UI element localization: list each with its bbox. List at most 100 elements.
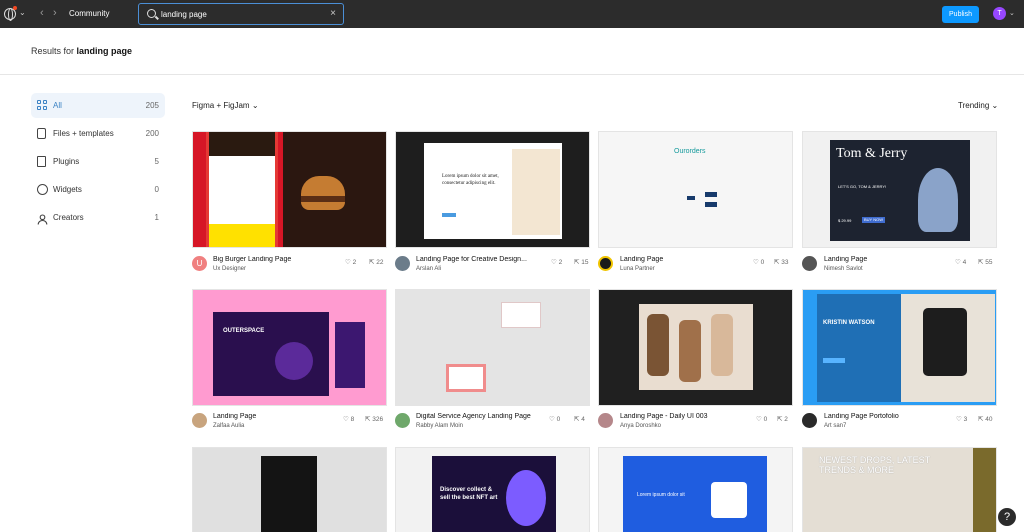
header-divider <box>0 74 1024 75</box>
search-input[interactable] <box>161 7 321 21</box>
top-bar: ⌄ ‹ › Community × Publish T ⌄ <box>0 0 1024 28</box>
account-chevron-icon[interactable]: ⌄ <box>1009 9 1015 17</box>
grid-icon <box>37 100 48 111</box>
use-count[interactable]: ⇱ 40 <box>978 415 993 423</box>
back-arrow-icon[interactable]: ‹ <box>40 7 44 19</box>
sidebar-item-widgets[interactable]: Widgets 0 <box>31 177 165 202</box>
card-thumbnail[interactable]: Discover collect & sell the best NFT art <box>395 447 590 532</box>
card-author[interactable]: Rabby Alam Moin <box>416 423 463 429</box>
use-count[interactable]: ⇱ 22 <box>369 258 384 266</box>
preview-title: OUTERSPACE <box>223 328 265 334</box>
card-author[interactable]: Luna Partner <box>620 266 655 272</box>
card-thumbnail[interactable]: OUTERSPACE <box>192 289 387 406</box>
like-count[interactable]: ♡ 3 <box>956 415 967 423</box>
like-count[interactable]: ♡ 2 <box>551 258 562 266</box>
card-thumbnail[interactable] <box>192 131 387 248</box>
chevron-down-icon: ⌄ <box>991 101 999 110</box>
like-value: 0 <box>763 416 768 423</box>
card-title[interactable]: Landing Page Portofolio <box>824 413 949 420</box>
card-author[interactable]: Ux Designer <box>213 266 246 272</box>
preview-text: Lorem ipsum dolor sit <box>637 492 685 498</box>
sidebar-item-count: 205 <box>145 101 159 110</box>
preview-page: Lorem ipsum dolor sit amet, consectetur … <box>424 143 562 239</box>
search-icon <box>147 9 156 18</box>
card-title[interactable]: Landing Page <box>620 256 745 263</box>
card-author[interactable]: Anya Doroshko <box>620 423 661 429</box>
like-count[interactable]: ♡ 0 <box>549 415 560 423</box>
card-thumbnail[interactable]: NEWEST DROPS, LATEST TRENDS & MORE <box>802 447 997 532</box>
card-thumbnail[interactable]: Lorem ipsum dolor sit <box>598 447 793 532</box>
chevron-down-icon[interactable]: ⌄ <box>19 8 26 17</box>
help-button[interactable]: ? <box>998 508 1016 526</box>
like-count[interactable]: ♡ 0 <box>753 258 764 266</box>
product-filter-label: Figma + FigJam <box>192 101 250 110</box>
use-count[interactable]: ⇱ 33 <box>774 258 789 266</box>
card-author[interactable]: Arslan Ali <box>416 266 441 272</box>
card-thumbnail[interactable]: Tom & Jerry LET'S GO, TOM & JERRY! $ 29.… <box>802 131 997 248</box>
forward-arrow-icon[interactable]: › <box>53 7 57 19</box>
search-box[interactable]: × <box>138 3 344 25</box>
creator-avatar[interactable]: U <box>192 256 207 271</box>
creator-avatar[interactable] <box>395 256 410 271</box>
clear-search-icon[interactable]: × <box>330 8 336 19</box>
preview-panel <box>206 132 278 247</box>
sort-dropdown[interactable]: Trending ⌄ <box>958 101 998 110</box>
card-author[interactable]: Art san7 <box>824 423 846 429</box>
sidebar-item-label: Widgets <box>53 185 82 194</box>
creator-avatar[interactable] <box>598 413 613 428</box>
sidebar-item-count: 5 <box>154 157 159 166</box>
results-heading: Results for landing page <box>31 46 132 56</box>
widget-icon <box>37 184 48 195</box>
card-title[interactable]: Landing Page <box>824 256 949 263</box>
card-author[interactable]: Zalfaa Aulia <box>213 423 244 429</box>
use-count[interactable]: ⇱ 15 <box>574 258 589 266</box>
card-title[interactable]: Big Burger Landing Page <box>213 256 338 263</box>
sidebar-item-count: 200 <box>145 129 159 138</box>
card-thumbnail[interactable]: KRISTIN WATSON <box>802 289 997 406</box>
use-count[interactable]: ⇱ 326 <box>365 415 383 423</box>
creator-avatar[interactable] <box>192 413 207 428</box>
preview-title: KRISTIN WATSON <box>823 320 875 326</box>
use-count[interactable]: ⇱ 2 <box>777 415 788 423</box>
like-count[interactable]: ♡ 2 <box>345 258 356 266</box>
sort-label: Trending <box>958 101 990 110</box>
publish-button[interactable]: Publish <box>942 6 979 23</box>
sidebar-item-plugins[interactable]: Plugins 5 <box>31 149 165 174</box>
sidebar-item-count: 1 <box>154 213 159 222</box>
creator-avatar[interactable] <box>598 256 613 271</box>
sidebar-item-files[interactable]: Files + templates 200 <box>31 121 165 146</box>
sidebar-item-all[interactable]: All 205 <box>31 93 165 118</box>
card-thumbnail[interactable]: Ourorders <box>598 131 793 248</box>
card-title[interactable]: Landing Page for Creative Design... <box>416 256 541 263</box>
community-link[interactable]: Community <box>69 9 109 18</box>
preview-title: Discover collect & sell the best NFT art <box>440 487 498 501</box>
like-count[interactable]: ♡ 0 <box>756 415 767 423</box>
like-value: 4 <box>962 259 967 266</box>
card-author[interactable]: Nimesh Savlot <box>824 266 863 272</box>
card-thumbnail[interactable] <box>598 289 793 406</box>
use-value: 326 <box>372 416 384 423</box>
use-count[interactable]: ⇱ 4 <box>574 415 585 423</box>
file-icon <box>37 128 46 139</box>
card-thumbnail[interactable]: Lorem ipsum dolor sit amet, consectetur … <box>395 131 590 248</box>
product-filter-dropdown[interactable]: Figma + FigJam ⌄ <box>192 101 259 110</box>
like-count[interactable]: ♡ 8 <box>343 415 354 423</box>
use-value: 22 <box>376 259 384 266</box>
user-avatar[interactable]: T <box>993 7 1006 20</box>
card-thumbnail[interactable] <box>395 289 590 406</box>
card-title[interactable]: Landing Page <box>213 413 338 420</box>
creator-avatar[interactable] <box>802 256 817 271</box>
like-value: 3 <box>963 416 968 423</box>
card-title[interactable]: Landing Page - Daily UI 003 <box>620 413 745 420</box>
card-title[interactable]: Digital Service Agency Landing Page <box>416 413 544 420</box>
sidebar-item-creators[interactable]: Creators 1 <box>31 205 165 230</box>
like-value: 8 <box>350 416 355 423</box>
creator-avatar[interactable] <box>802 413 817 428</box>
use-value: 4 <box>581 416 585 423</box>
preview-panel <box>639 304 753 390</box>
creator-avatar[interactable] <box>395 413 410 428</box>
use-value: 55 <box>985 259 993 266</box>
use-count[interactable]: ⇱ 55 <box>978 258 993 266</box>
card-thumbnail[interactable] <box>192 447 387 532</box>
like-count[interactable]: ♡ 4 <box>955 258 966 266</box>
